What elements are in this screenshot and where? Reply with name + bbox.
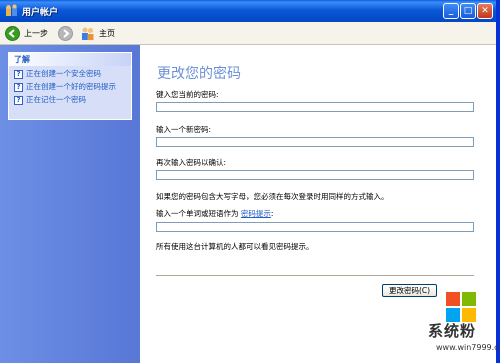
help-item-secure-password[interactable]: ? 正在创建一个安全密码 bbox=[14, 69, 130, 79]
hint-label-suffix: : bbox=[270, 209, 274, 218]
back-label: 上一步 bbox=[24, 28, 48, 38]
close-button[interactable]: ✕ bbox=[477, 3, 493, 19]
help-icon: ? bbox=[14, 83, 23, 92]
help-topic-list: ? 正在创建一个安全密码 ? 正在创建一个好的密码提示 ? 正在记住一个密码 bbox=[14, 69, 130, 108]
confirm-password-field[interactable] bbox=[156, 170, 474, 180]
home-button[interactable]: 主页 bbox=[80, 25, 115, 41]
hint-label-prefix: 输入一个单词或短语作为 bbox=[156, 209, 239, 218]
case-sensitivity-note: 如果您的密码包含大写字母，您必须在每次登录时用同样的方式输入。 bbox=[156, 192, 389, 201]
forward-arrow-icon bbox=[58, 25, 73, 41]
password-hint-link[interactable]: 密码提示 bbox=[241, 209, 271, 218]
hint-visibility-note: 所有使用这台计算机的人都可以看见密码提示。 bbox=[156, 242, 314, 251]
home-label: 主页 bbox=[99, 28, 115, 38]
separator bbox=[156, 275, 474, 276]
back-arrow-icon bbox=[5, 25, 20, 41]
navigation-bar: 上一步 主页 bbox=[0, 22, 496, 45]
help-item-remember-password[interactable]: ? 正在记住一个密码 bbox=[14, 95, 130, 105]
back-button[interactable]: 上一步 bbox=[5, 25, 48, 41]
title-bar[interactable]: 用户帐户 _ □ ✕ bbox=[0, 0, 496, 22]
help-icon: ? bbox=[14, 70, 23, 79]
users-icon bbox=[80, 26, 95, 41]
watermark-text: 系统粉 bbox=[428, 322, 477, 340]
current-password-label: 键入您当前的密码: bbox=[156, 90, 219, 99]
window-title: 用户帐户 bbox=[22, 8, 59, 18]
password-hint-field[interactable] bbox=[156, 222, 474, 232]
help-icon: ? bbox=[14, 96, 23, 105]
help-item-label: 正在创建一个好的密码提示 bbox=[26, 82, 116, 91]
help-item-label: 正在记住一个密码 bbox=[26, 95, 86, 104]
page-title: 更改您的密码 bbox=[157, 66, 241, 82]
user-accounts-icon bbox=[5, 4, 19, 18]
maximize-button[interactable]: □ bbox=[460, 3, 476, 19]
panel-title[interactable]: 了解 bbox=[9, 53, 131, 66]
user-accounts-window: 用户帐户 _ □ ✕ 上一步 主页 了解 ? 正在创建一个安全密码 ? 正在创建… bbox=[0, 0, 500, 363]
task-sidebar: 了解 ? 正在创建一个安全密码 ? 正在创建一个好的密码提示 ? 正在记住一个密… bbox=[0, 45, 140, 363]
minimize-button[interactable]: _ bbox=[443, 3, 459, 19]
current-password-field[interactable] bbox=[156, 102, 474, 112]
change-password-button[interactable]: 更改密码(C) bbox=[382, 284, 437, 297]
help-item-label: 正在创建一个安全密码 bbox=[26, 69, 101, 78]
forward-button[interactable] bbox=[58, 25, 73, 41]
watermark-url: www.win7999.com bbox=[436, 343, 500, 352]
windows-logo-icon bbox=[444, 290, 478, 324]
learn-about-panel: 了解 ? 正在创建一个安全密码 ? 正在创建一个好的密码提示 ? 正在记住一个密… bbox=[8, 52, 132, 120]
new-password-label: 输入一个新密码: bbox=[156, 125, 212, 134]
confirm-password-label: 再次输入密码以确认: bbox=[156, 158, 227, 167]
help-item-password-hint[interactable]: ? 正在创建一个好的密码提示 bbox=[14, 82, 130, 92]
password-hint-label: 输入一个单词或短语作为 密码提示: bbox=[156, 208, 273, 219]
new-password-field[interactable] bbox=[156, 137, 474, 147]
